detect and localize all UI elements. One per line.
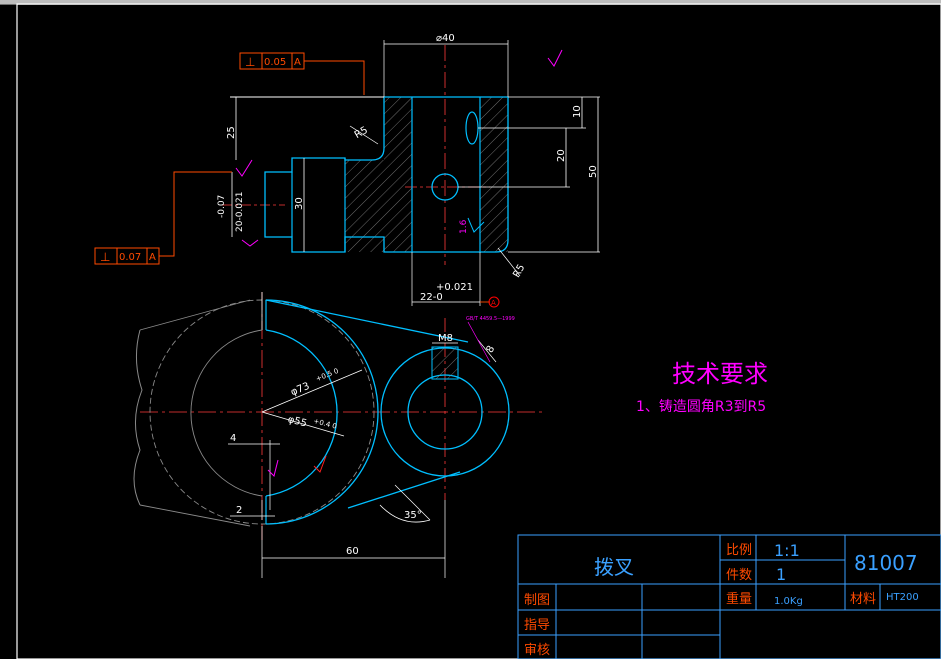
gdt-left-symbol: ⊥: [100, 250, 110, 264]
dim-phi55-tol: +0.4 0: [313, 417, 338, 430]
dim-8: 8: [485, 344, 498, 355]
designer-label: 指导: [524, 618, 550, 633]
m8-boss: [431, 346, 459, 380]
top-view: ⌀40 25 10 20 50 30 -0.07 20-0.021 R5 R5 …: [217, 33, 600, 308]
checker-label: 审核: [524, 643, 550, 658]
dim-tolerance-upper: -0.07: [217, 195, 227, 218]
tech-req-title: 技术要求: [672, 360, 768, 388]
scale-value: 1:1: [774, 541, 800, 560]
arm-bottom-edge: [347, 471, 461, 509]
fork-left-phantom: [190, 329, 263, 497]
gdt-perp-left: ⊥ 0.07 A: [94, 171, 232, 265]
gdt-top-value: 0.05: [264, 57, 286, 68]
datum-a: A: [491, 299, 496, 307]
surface-finish-icon-left: [235, 159, 253, 177]
tech-req-item-1: 1、铸造圆角R3到R5: [636, 399, 766, 415]
drawn-label: 制图: [524, 593, 550, 608]
surface-finish-value: 1.6: [459, 219, 469, 234]
hub-right-hatch: [480, 97, 508, 252]
part-name: 拨叉: [594, 555, 634, 579]
drawing-number: 81007: [854, 551, 918, 575]
cross-hole-top: [465, 111, 479, 145]
cad-drawing-canvas[interactable]: ⌀40 25 10 20 50 30 -0.07 20-0.021 R5 R5 …: [0, 0, 941, 659]
fork-inner-arc: [265, 329, 338, 497]
scale-label: 比例: [726, 543, 752, 558]
dim-tolerance-lower: 20-0.021: [235, 192, 245, 232]
dim-35deg: 35°: [404, 510, 422, 521]
qty-label: 件数: [726, 568, 752, 583]
drawing-frame: [16, 3, 941, 659]
gdt-top-symbol: ⊥: [245, 55, 255, 69]
gdt-top-datum: A: [294, 57, 301, 68]
dim-50: 50: [588, 165, 599, 178]
dim-phi73-line: [261, 369, 363, 413]
small-note: GB/T 4459.5—1999: [466, 316, 515, 322]
dim-m8: M8: [438, 333, 453, 344]
dim-22-tol-base: 22-0: [420, 292, 443, 303]
dim-phi55: φ55: [287, 414, 308, 429]
hub-left-hatch: [384, 97, 412, 252]
dim-30: 30: [294, 197, 305, 210]
surface-finish-icon-front-1: [267, 459, 279, 477]
weight-value: 1.0Kg: [774, 596, 803, 607]
break-line-left: [133, 329, 143, 506]
weight-label: 重量: [726, 591, 752, 607]
material-value: HT200: [886, 592, 919, 603]
dim-20: 20: [556, 149, 567, 162]
web-hatch: [345, 160, 384, 252]
gdt-top-leader: [304, 60, 365, 95]
break-outline: [139, 299, 251, 527]
gdt-left-value: 0.07: [119, 252, 141, 263]
dim-10: 10: [572, 105, 583, 118]
gdt-left-datum: A: [149, 252, 156, 263]
dim-r5-bottom: R5: [511, 263, 527, 280]
surface-finish-icon-bottom: [241, 239, 259, 247]
dim-60: 60: [346, 546, 359, 557]
dim-2: 2: [236, 505, 242, 516]
dim-25: 25: [226, 126, 237, 139]
dim-diameter-40: ⌀40: [436, 33, 455, 44]
surface-finish-icon-top: [547, 49, 563, 67]
dim-4: 4: [230, 433, 236, 444]
qty-value: 1: [776, 565, 786, 584]
front-view: M8 8 GB/T 4459.5—1999 φ73 +0.5 0 φ55 +0.…: [133, 292, 545, 578]
gdt-perp-top: ⊥ 0.05 A: [239, 52, 365, 95]
material-label: 材料: [850, 592, 876, 607]
small-note-leader: [467, 321, 491, 363]
